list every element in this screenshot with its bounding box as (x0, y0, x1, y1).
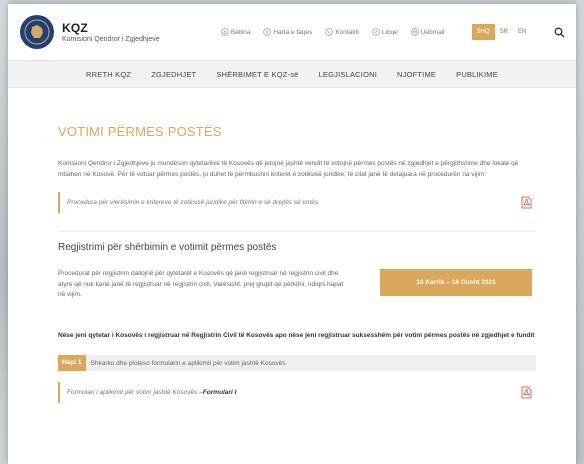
intro-paragraph: Komisioni Qendror i Zgjedhjeve ju mundës… (58, 160, 519, 178)
search-button[interactable] (553, 25, 566, 39)
org-short-name: KQZ (62, 21, 88, 35)
form-row: Formulari i aplikimit për votim jashtë K… (58, 382, 536, 403)
kosovo-map-icon (24, 19, 50, 45)
top-link-home-label: Ballina (230, 28, 251, 36)
top-link-webmail-label: Uebmail (420, 28, 445, 36)
main-nav: RRETH KQZ ZGJEDHJET SHËRBIMET E KQZ-së L… (8, 60, 576, 88)
procedure-link[interactable]: Procedura për vlerësimin e kritereve të … (58, 192, 318, 213)
main-content: VOTIMI PËRMES POSTËS Komisioni Qendror i… (8, 124, 576, 403)
link-icon (372, 28, 380, 36)
top-link-sitemap[interactable]: Harta e faqes (263, 28, 312, 36)
language-shq[interactable]: SHQ (471, 24, 495, 40)
form-link-label[interactable]: Formulari I (203, 389, 237, 396)
step-text: Shkarko dhe ploteso formularin e aplikim… (90, 359, 286, 367)
background-edge-right (576, 0, 584, 464)
step-bar: Hapi 1 Shkarko dhe ploteso formularin e … (58, 355, 536, 371)
nav-item-announcements[interactable]: NJOFTIME (397, 70, 436, 79)
top-link-links[interactable]: Linqe (372, 28, 398, 36)
registration-dates-badge: 10 Korrik – 18 Gusht 2021 (380, 269, 532, 296)
pdf-icon[interactable] (521, 196, 532, 209)
sitemap-icon (263, 28, 272, 36)
pdf-icon[interactable] (521, 386, 532, 399)
top-link-links-label: Linqe (381, 28, 398, 36)
nav-item-about[interactable]: RRETH KQZ (86, 70, 131, 79)
home-icon (221, 28, 229, 36)
page: KQZ Komisioni Qendror i Zgjedhjeve Balli… (8, 4, 576, 464)
notice-text: Nëse jeni qytetar i Kosovës i regjistrua… (58, 331, 535, 339)
top-link-contact[interactable]: Kontakti (325, 28, 359, 36)
nav-item-services[interactable]: SHËRBIMET E KQZ-së (216, 70, 298, 79)
org-full-name: Komisioni Qendror i Zgjedhjeve (62, 36, 160, 43)
phone-icon (325, 28, 334, 36)
kqz-logo[interactable] (20, 15, 54, 49)
background-edge-left (0, 0, 8, 464)
section-divider (58, 231, 536, 232)
header: KQZ Komisioni Qendror i Zgjedhjeve Balli… (8, 4, 576, 60)
procedure-row: Procedura për vlerësimin e kritereve të … (58, 192, 536, 213)
registration-text: Procedurat për regjistrim dallojnë për q… (58, 270, 344, 298)
form-text: Formulari i aplikimit për votim jashtë K… (67, 389, 203, 396)
page-title: VOTIMI PËRMES POSTËS (58, 124, 222, 139)
nav-item-publications[interactable]: PUBLIKIME (456, 70, 498, 79)
top-link-sitemap-label: Harta e faqes (273, 28, 313, 36)
application-form-link[interactable]: Formulari i aplikimit për votim jashtë K… (58, 382, 236, 403)
top-link-webmail[interactable]: Uebmail (411, 28, 445, 36)
brand[interactable]: KQZ Komisioni Qendror i Zgjedhjeve (62, 21, 171, 43)
registration-title: Regjistrimi për shërbimin e votimit përm… (58, 242, 277, 253)
search-icon (554, 27, 565, 37)
step-badge: Hapi 1 (58, 355, 86, 371)
top-link-contact-label: Kontakti (335, 28, 359, 36)
top-links: Ballina Harta e faqes Kontakti Linqe Ueb… (221, 28, 458, 36)
nav-item-legislation[interactable]: LEGJISLACIONI (319, 70, 377, 79)
language-sr[interactable]: SR (495, 24, 513, 40)
nav-item-elections[interactable]: ZGJEDHJET (151, 70, 196, 79)
top-link-home[interactable]: Ballina (221, 28, 251, 36)
language-switcher: SHQ SR EN (471, 24, 532, 40)
language-en[interactable]: EN (513, 24, 531, 40)
mail-icon (411, 28, 419, 36)
registration-row: Procedurat për regjistrim dallojnë për q… (58, 269, 536, 301)
